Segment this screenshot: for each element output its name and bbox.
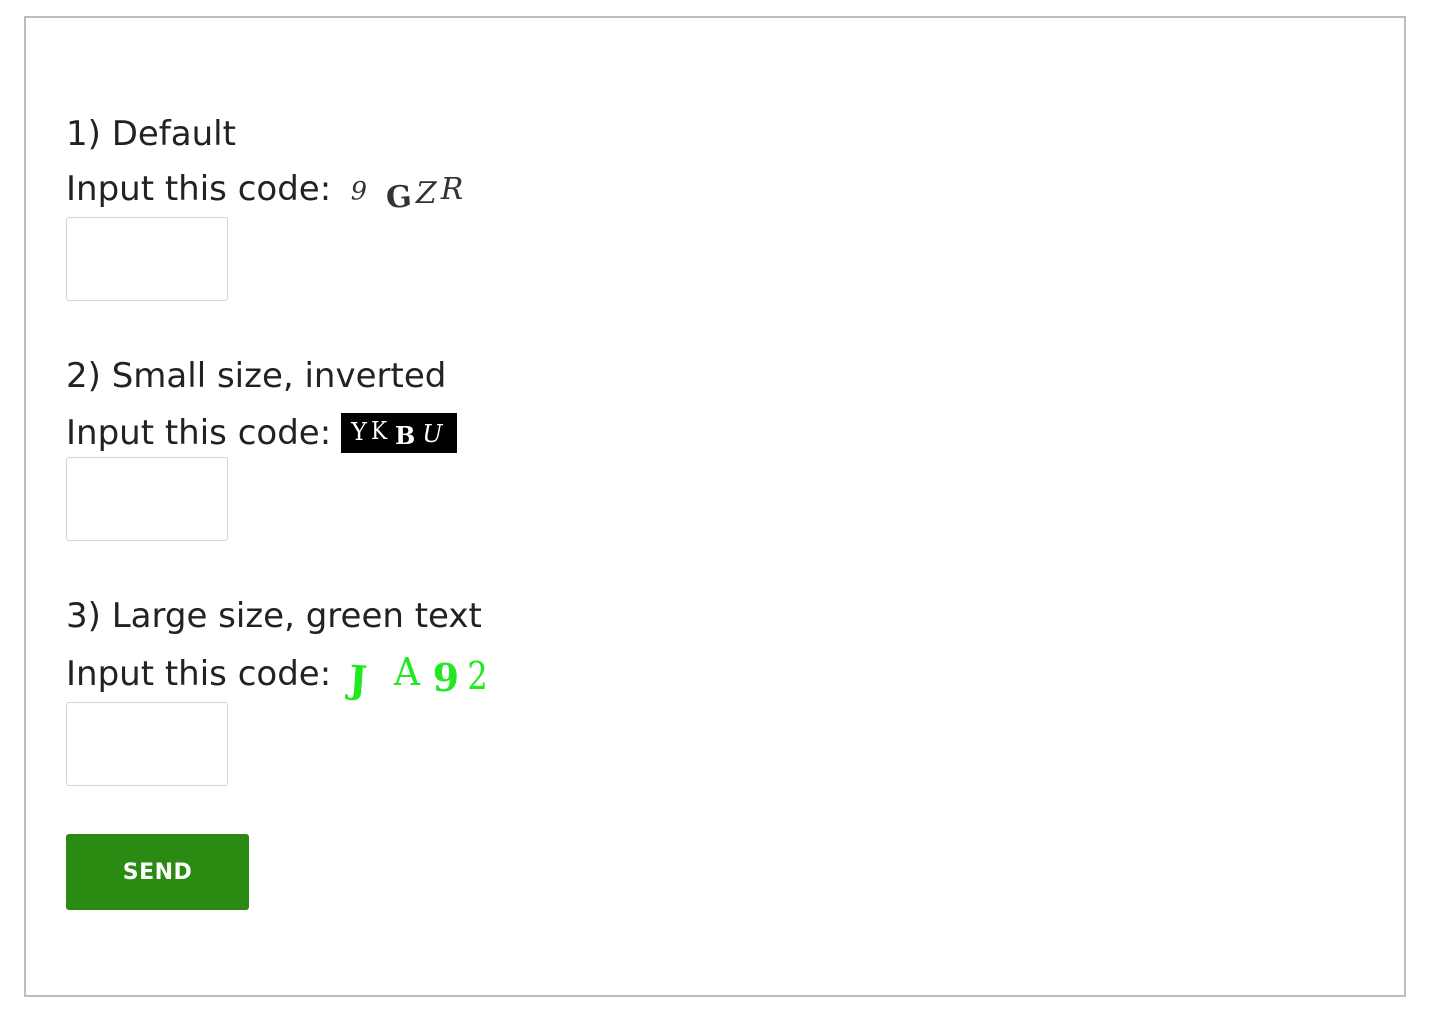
captcha-char: U xyxy=(422,420,446,448)
captcha-char: G xyxy=(385,178,418,216)
captcha-char: Z xyxy=(415,175,441,211)
captcha-char: A xyxy=(393,649,426,694)
captcha-char: 9 xyxy=(350,176,371,206)
captcha-char: B xyxy=(394,420,419,450)
send-button[interactable]: SEND xyxy=(66,834,249,910)
captcha-input-inverted[interactable] xyxy=(66,457,228,541)
captcha-image-green: J A 9 2 xyxy=(348,649,495,703)
captcha-input-default[interactable] xyxy=(66,217,228,301)
prompt-label: Input this code: xyxy=(66,169,332,209)
prompt-row-inverted: Input this code: Y K B U xyxy=(66,413,458,453)
captcha-char: 9 xyxy=(432,655,466,700)
prompt-row-green: Input this code: J A 9 2 xyxy=(66,649,495,703)
captcha-char: K xyxy=(371,417,390,445)
section-title-inverted: 2) Small size, inverted xyxy=(66,356,447,396)
captcha-char: R xyxy=(440,171,468,207)
captcha-input-green[interactable] xyxy=(66,702,228,786)
captcha-char: Y xyxy=(351,418,370,446)
captcha-char: J xyxy=(347,656,375,703)
prompt-label: Input this code: xyxy=(66,653,332,694)
prompt-row-default: Input this code: 9 G Z R xyxy=(66,169,468,216)
section-title-green: 3) Large size, green text xyxy=(66,596,482,636)
captcha-image-default: 9 G Z R xyxy=(349,171,468,216)
captcha-char: 2 xyxy=(467,653,493,698)
section-title-default: 1) Default xyxy=(66,114,236,154)
captcha-image-inverted: Y K B U xyxy=(341,413,458,453)
prompt-label: Input this code: xyxy=(66,413,332,453)
